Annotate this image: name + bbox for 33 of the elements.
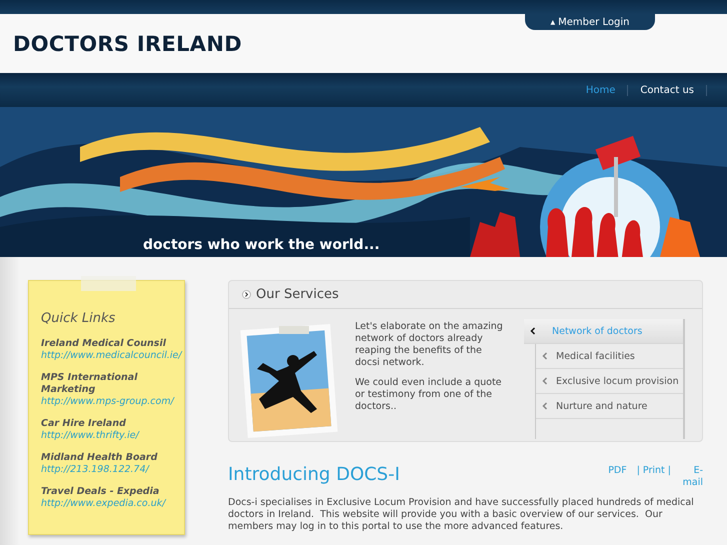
tape-strip xyxy=(81,276,136,291)
quick-links-title: Quick Links xyxy=(41,311,116,326)
link-url[interactable]: http://www.mps-group.com/ xyxy=(41,396,184,408)
link-url[interactable]: http://213.198.122.74/ xyxy=(41,464,184,476)
services-menu-item[interactable]: Network of doctors xyxy=(524,319,683,344)
chevron-icon xyxy=(530,327,536,335)
nav-link[interactable]: Home xyxy=(574,84,628,96)
services-menu-item[interactable]: Exclusive locum provision xyxy=(536,369,683,394)
nav-link[interactable]: Contact us xyxy=(628,84,707,96)
link-url[interactable]: http://www.expedia.co.uk/ xyxy=(41,498,184,510)
services-menu-item[interactable]: Medical facilities xyxy=(536,344,683,369)
link-url[interactable]: http://www.medicalcouncil.ie/ xyxy=(41,350,184,362)
article-body: Docs-i specialises in Exclusive Locum Provision and have successfully placed hundreds of medical doctors in Ireland. This website will provide you with a basic overview of our services. Our members may log in to this portal to use the more advanced features. xyxy=(228,497,695,533)
services-paragraph: Let's elaborate on the amazing network of doctors already reaping the benefits of the docsi network. xyxy=(355,321,504,369)
services-paragraph: We could even include a quote or testimony from one of the doctors.. xyxy=(355,377,503,413)
link-name: Car Hire Ireland xyxy=(41,418,127,430)
services-menu-item[interactable]: Nurture and nature xyxy=(536,394,683,419)
site-title: DOCTORS IRELAND xyxy=(13,32,242,56)
article-action-link[interactable]: E-mail xyxy=(681,465,703,489)
link-name: Midland Health Board xyxy=(41,452,158,464)
banner-tagline: doctors who work the world... xyxy=(143,237,380,253)
chevron-icon xyxy=(542,352,548,360)
article-action-link[interactable]: | Print | xyxy=(636,465,671,477)
article-action-link[interactable]: PDF xyxy=(608,465,627,477)
link-name: MPS International Marketing xyxy=(41,372,138,396)
chevron-icon xyxy=(542,402,548,410)
arrow-icon xyxy=(242,290,251,299)
chevron-icon xyxy=(542,377,548,385)
link-url[interactable]: http://www.thrifty.ie/ xyxy=(41,430,184,442)
link-name: Ireland Medical Counsil xyxy=(41,338,167,350)
panel-title: Our Services xyxy=(256,287,339,302)
link-name: Travel Deals - Expedia xyxy=(41,486,160,498)
article-title: Introducing DOCS-I xyxy=(228,464,400,487)
